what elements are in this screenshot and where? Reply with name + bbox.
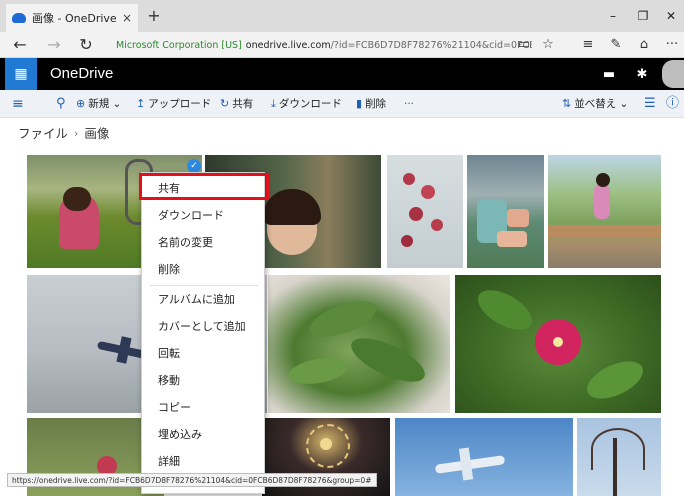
onedrive-header: ▦ OneDrive ▬ ✱ xyxy=(0,58,684,90)
info-icon[interactable]: ⓘ xyxy=(666,90,679,118)
photo-thumbnail-girl-running[interactable] xyxy=(548,155,661,268)
menu-item-copy[interactable]: コピー xyxy=(142,394,266,421)
sort-icon: ⇅ xyxy=(562,97,572,110)
view-list-icon[interactable]: ☰ xyxy=(644,90,656,118)
app-launcher-icon[interactable]: ▦ xyxy=(5,58,37,90)
menu-item-move[interactable]: 移動 xyxy=(142,367,266,394)
search-icon[interactable]: ⚲ xyxy=(56,90,66,118)
new-button[interactable]: ⊕ 新規 ⌄ xyxy=(76,90,121,118)
sort-label: 並べ替え ⌄ xyxy=(574,98,629,110)
share-page-icon[interactable]: ⌂ xyxy=(632,32,656,58)
breadcrumb: ファイル › 画像 xyxy=(18,124,109,144)
restore-button[interactable]: ❐ xyxy=(632,6,654,26)
command-bar: ≡ ⚲ ⊕ 新規 ⌄ ↥ アップロード ↻ 共有 ⤓ ダウンロード ▮ 削除 ··· ⇅ 並… xyxy=(0,90,684,118)
breadcrumb-current: 画像 xyxy=(84,126,110,141)
download-arrow-icon: ⤓ xyxy=(271,97,276,110)
menu-item-add-to-album[interactable]: アルバムに追加 xyxy=(142,286,266,313)
photo-thumbnail-pink-flower[interactable] xyxy=(455,275,661,413)
sort-button[interactable]: ⇅ 並べ替え ⌄ xyxy=(562,90,628,118)
breadcrumb-files[interactable]: ファイル xyxy=(18,124,68,144)
url-path: /?id=FCB6D7D8F78276%21104&cid=0FCB6D87C xyxy=(330,39,532,51)
photo-thumbnail-green-leaves[interactable] xyxy=(268,275,450,413)
menu-item-set-as-cover[interactable]: カバーとして追加 xyxy=(142,313,266,340)
url-field[interactable]: Microsoft Corporation [US] onedrive.live… xyxy=(112,36,532,54)
share-button[interactable]: ↻ 共有 xyxy=(220,90,253,118)
status-url: https://onedrive.live.com/?id=FCB6D7D8F7… xyxy=(7,473,377,487)
settings-gear-icon[interactable]: ✱ xyxy=(626,58,658,90)
context-menu: 共有 ダウンロード 名前の変更 削除 アルバムに追加 カバーとして追加 回転 移… xyxy=(141,172,265,494)
menu-item-delete[interactable]: 削除 xyxy=(142,256,266,283)
avatar[interactable] xyxy=(662,60,684,88)
share-refresh-icon: ↻ xyxy=(220,97,230,110)
plus-circle-icon: ⊕ xyxy=(76,97,86,110)
menu-item-rename[interactable]: 名前の変更 xyxy=(142,229,266,256)
more-actions-icon[interactable]: ··· xyxy=(660,32,684,58)
address-bar-row: ← → ↻ Microsoft Corporation [US] onedriv… xyxy=(0,32,684,58)
refresh-button[interactable]: ↻ xyxy=(72,32,100,58)
trash-icon: ▮ xyxy=(356,97,363,110)
close-window-button[interactable]: ✕ xyxy=(660,6,682,26)
delete-button[interactable]: ▮ 削除 xyxy=(356,90,386,118)
share-label: 共有 xyxy=(232,98,254,110)
photo-thumbnail-red-flowers[interactable] xyxy=(387,155,463,268)
tab-close-icon[interactable]: × xyxy=(122,11,132,25)
new-label: 新規 ⌄ xyxy=(88,98,122,110)
tab-title: 画像 - OneDrive xyxy=(32,12,116,25)
photo-thumbnail-playground[interactable] xyxy=(467,155,544,268)
breadcrumb-separator: › xyxy=(74,127,79,140)
photo-thumbnail-bare-tree[interactable] xyxy=(577,418,661,496)
onedrive-cloud-icon xyxy=(12,13,26,23)
download-button[interactable]: ⤓ ダウンロード xyxy=(271,90,342,118)
menu-item-details[interactable]: 詳細 xyxy=(142,448,266,475)
upload-arrow-icon: ↥ xyxy=(136,97,146,110)
browser-tab[interactable]: 画像 - OneDrive × xyxy=(6,4,138,32)
minimize-button[interactable]: – xyxy=(602,6,624,26)
new-tab-button[interactable]: + xyxy=(144,6,164,26)
menu-item-download[interactable]: ダウンロード xyxy=(142,202,266,229)
notifications-icon[interactable]: ▬ xyxy=(593,58,625,90)
upload-button[interactable]: ↥ アップロード xyxy=(136,90,211,118)
url-organization: Microsoft Corporation [US] xyxy=(116,39,242,51)
hub-icon[interactable]: ≡ xyxy=(576,32,600,58)
forward-button[interactable]: → xyxy=(40,32,68,58)
download-label: ダウンロード xyxy=(278,98,342,110)
menu-item-rotate[interactable]: 回転 xyxy=(142,340,266,367)
more-commands-icon[interactable]: ··· xyxy=(404,90,414,118)
photo-thumbnail-airplane-blue-sky[interactable] xyxy=(395,418,573,496)
hamburger-menu-icon[interactable]: ≡ xyxy=(12,90,24,118)
favorite-star-icon[interactable]: ☆ xyxy=(536,32,560,58)
browser-tab-strip: 画像 - OneDrive × + – ❐ ✕ xyxy=(0,0,684,32)
menu-item-embed[interactable]: 埋め込み xyxy=(142,421,266,448)
delete-label: 削除 xyxy=(365,98,387,110)
back-button[interactable]: ← xyxy=(6,32,34,58)
url-domain: onedrive.live.com xyxy=(245,39,331,51)
upload-label: アップロード xyxy=(148,98,212,110)
reading-view-icon[interactable]: ▭ xyxy=(512,32,536,58)
onedrive-brand[interactable]: OneDrive xyxy=(50,58,113,90)
web-note-icon[interactable]: ✎ xyxy=(604,32,628,58)
thumbnail-selected-check-icon[interactable]: ✓ xyxy=(187,159,201,173)
highlight-share-box xyxy=(139,173,269,200)
